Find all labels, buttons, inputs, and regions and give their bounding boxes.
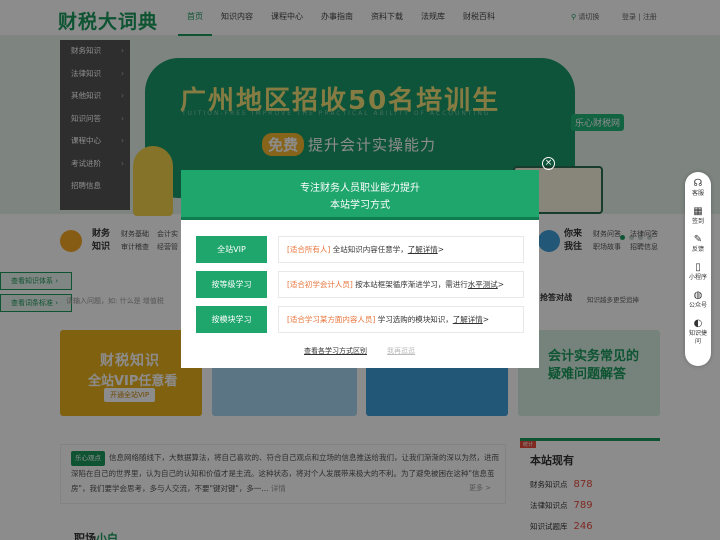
modal-option-desc: [适合学习某方面内容人员] 学习选购的模块知识，了解详情> [278,306,524,333]
suit-label: [适合学习某方面内容人员] [287,315,376,324]
page: 财税大词典 首页 知识内容 课程中心 办事指南 资料下载 法规库 财税百科 ⚲ … [0,0,720,540]
learning-mode-modal: 专注财务人员职业能力提升 本站学习方式 全站VIP [适合所有人] 全站知识内容… [181,170,539,368]
toolbar-feedback[interactable]: ✎ 反馈 [685,234,711,254]
wechat-icon: ◍ [693,290,703,301]
toolbar-miniprogram[interactable]: ▯ 小程序 [685,262,711,282]
headset-icon: ☊ [693,178,703,189]
learn-more-link[interactable]: 了解详情 [453,315,483,324]
modal-close-icon[interactable]: × [542,157,555,170]
modal-option-row: 按模块学习 [适合学习某方面内容人员] 学习选购的模块知识，了解详情> [196,306,526,333]
suit-label: [适合初学会计人员] [287,280,353,289]
option-end: > [497,280,505,289]
modal-option-row: 按等级学习 [适合初学会计人员] 按本站框架循序渐进学习，需进行水平测试> [196,271,526,298]
toolbar-label: 小程序 [688,274,707,281]
right-toolbar: ☊ 客服 ▦ 签到 ✎ 反馈 ▯ 小程序 ◍ 公众号 ◐ 知识捷问 [685,172,711,366]
modal-heading-2: 本站学习方式 [330,200,390,211]
option-desc: 全站知识内容任意学， [332,245,408,254]
modal-option-desc: [适合所有人] 全站知识内容任意学，了解详情> [278,236,524,263]
option-desc: 学习选购的模块知识， [377,315,453,324]
chat-icon: ◐ [693,318,703,329]
level-learning-button[interactable]: 按等级学习 [196,271,267,298]
browse-more-link[interactable]: 我再逛逛 [387,346,415,356]
toolbar-label: 客服 [691,190,704,197]
modal-option-desc: [适合初学会计人员] 按本站框架循序渐进学习，需进行水平测试> [278,271,524,298]
modal-option-row: 全站VIP [适合所有人] 全站知识内容任意学，了解详情> [196,236,526,263]
toolbar-label: 知识捷问 [689,330,708,345]
toolbar-quick-ask[interactable]: ◐ 知识捷问 [685,318,711,346]
option-end: > [437,245,445,254]
toolbar-service[interactable]: ☊ 客服 [685,178,711,198]
suit-label: [适合所有人] [287,245,331,254]
toolbar-checkin[interactable]: ▦ 签到 [685,206,711,226]
calendar-icon: ▦ [693,206,703,217]
toolbar-label: 反馈 [691,246,704,253]
modal-heading-1: 专注财务人员职业能力提升 [300,183,420,194]
option-end: > [482,315,490,324]
modal-header: 专注财务人员职业能力提升 本站学习方式 [181,170,539,220]
toolbar-label: 签到 [691,218,704,225]
phone-icon: ▯ [695,262,701,273]
edit-icon: ✎ [693,234,703,245]
compare-modes-link[interactable]: 查看各学习方式区别 [304,346,367,356]
module-learning-button[interactable]: 按模块学习 [196,306,267,333]
learn-more-link[interactable]: 了解详情 [408,245,438,254]
vip-learning-button[interactable]: 全站VIP [196,236,267,263]
toolbar-label: 公众号 [688,302,707,309]
level-test-link[interactable]: 水平测试 [468,280,498,289]
option-desc: 按本站框架循序渐进学习，需进行 [355,280,468,289]
toolbar-official-account[interactable]: ◍ 公众号 [685,290,711,310]
